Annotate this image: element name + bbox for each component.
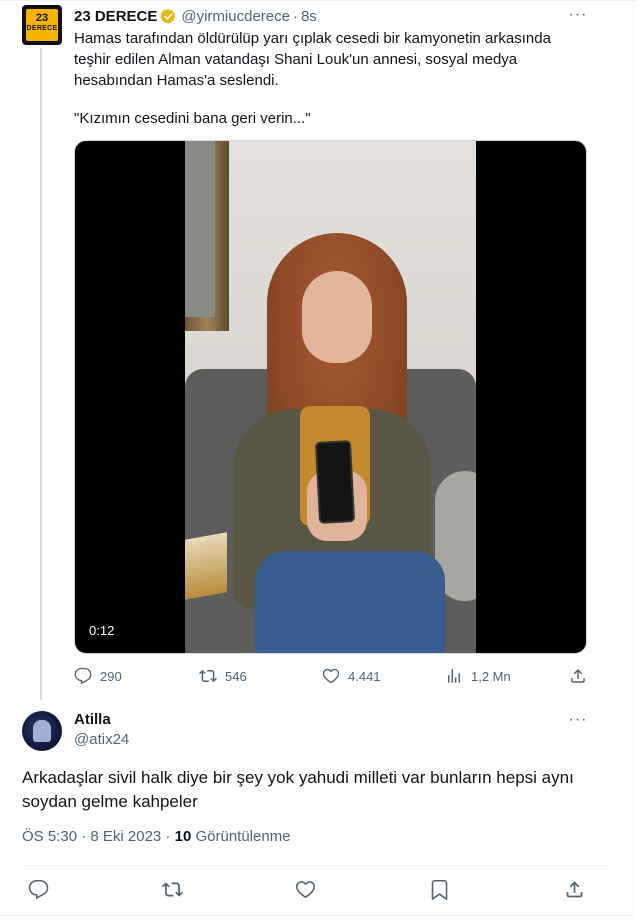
like-icon — [295, 880, 315, 898]
author-display-name[interactable]: 23 DERECE — [74, 8, 157, 25]
avatar-atilla[interactable] — [22, 711, 62, 751]
share-button[interactable] — [569, 666, 595, 686]
share-button[interactable] — [562, 877, 586, 901]
verified-badge-icon — [160, 8, 177, 25]
like-count: 4.441 — [348, 668, 381, 684]
reply-icon — [74, 667, 92, 685]
more-icon[interactable]: ··· — [567, 711, 589, 731]
video-mirror — [185, 141, 229, 331]
like-icon — [322, 668, 340, 684]
views-count: 1,2 Mn — [471, 668, 511, 684]
author-handle[interactable]: @yirmiucderece — [181, 8, 290, 25]
bottom-divider — [0, 915, 633, 916]
retweet-count: 546 — [225, 668, 247, 684]
tweet-text: Hamas tarafından öldürülüp yarı çıplak c… — [74, 30, 551, 89]
avatar-23-derece[interactable]: 23 DERECE — [22, 5, 62, 45]
video-person-jeans — [255, 551, 445, 653]
avatar-logo-number: 23 — [35, 12, 49, 24]
reply-action-bar — [22, 877, 592, 901]
header-separator: · — [292, 7, 298, 25]
thread-connector — [40, 48, 42, 700]
video-duration: 0:12 — [89, 623, 115, 638]
reply-button[interactable]: 290 — [74, 666, 122, 686]
parent-tweet-header: 23 DERECE @yirmiucderece · 8s — [74, 6, 317, 26]
views-icon — [448, 669, 460, 683]
reply-author-handle[interactable]: @atix24 — [74, 731, 129, 748]
tweet-metrics: 290 546 4.441 1,2 Mn — [74, 666, 589, 686]
reply-button[interactable] — [26, 877, 50, 901]
avatar-logo-word: DERECE — [26, 25, 58, 32]
reply-icon — [28, 879, 48, 899]
tweet-timestamp[interactable]: ÖS 5:30 — [22, 828, 77, 845]
views-button[interactable]: 1,2 Mn — [445, 666, 511, 686]
reply-count: 290 — [100, 668, 122, 684]
share-icon — [571, 668, 585, 683]
video-frame — [185, 141, 476, 653]
video-books — [185, 532, 227, 600]
views-label: Görüntülenme — [195, 828, 291, 845]
tweet-time[interactable]: 8s — [301, 8, 317, 25]
tweet-date[interactable]: 8 Eki 2023 — [90, 828, 161, 845]
meta-separator: · — [161, 828, 175, 845]
views-number: 10 — [174, 828, 192, 845]
video-person-face — [302, 271, 372, 363]
right-border — [633, 0, 634, 922]
avatar-figure — [33, 720, 51, 742]
reply-author-display-name[interactable]: Atilla — [74, 711, 111, 728]
tweet-quote-line: "Kızımın cesedini bana geri verin..." — [74, 110, 311, 127]
like-button[interactable] — [293, 877, 317, 901]
video-player[interactable]: 0:12 — [74, 140, 587, 654]
bookmark-button[interactable] — [427, 877, 451, 901]
like-button[interactable]: 4.441 — [322, 666, 381, 686]
tweet-meta: ÖS 5:30 · 8 Eki 2023 · 10 Görüntülenme — [22, 828, 291, 845]
retweet-button[interactable]: 546 — [199, 666, 247, 686]
retweet-button[interactable] — [160, 877, 184, 901]
retweet-icon — [161, 881, 183, 897]
bookmark-icon — [431, 879, 447, 900]
reply-tweet-text: Arkadaşlar sivil halk diye bir şey yok y… — [22, 768, 574, 811]
video-phone — [314, 440, 356, 524]
meta-separator: · — [77, 828, 91, 845]
divider — [22, 865, 612, 866]
retweet-icon — [199, 669, 217, 683]
share-icon — [566, 880, 582, 897]
more-icon[interactable]: ··· — [567, 6, 589, 26]
parent-tweet[interactable]: 23 DERECE 23 DERECE @yirmiucderece · 8s … — [0, 0, 633, 700]
